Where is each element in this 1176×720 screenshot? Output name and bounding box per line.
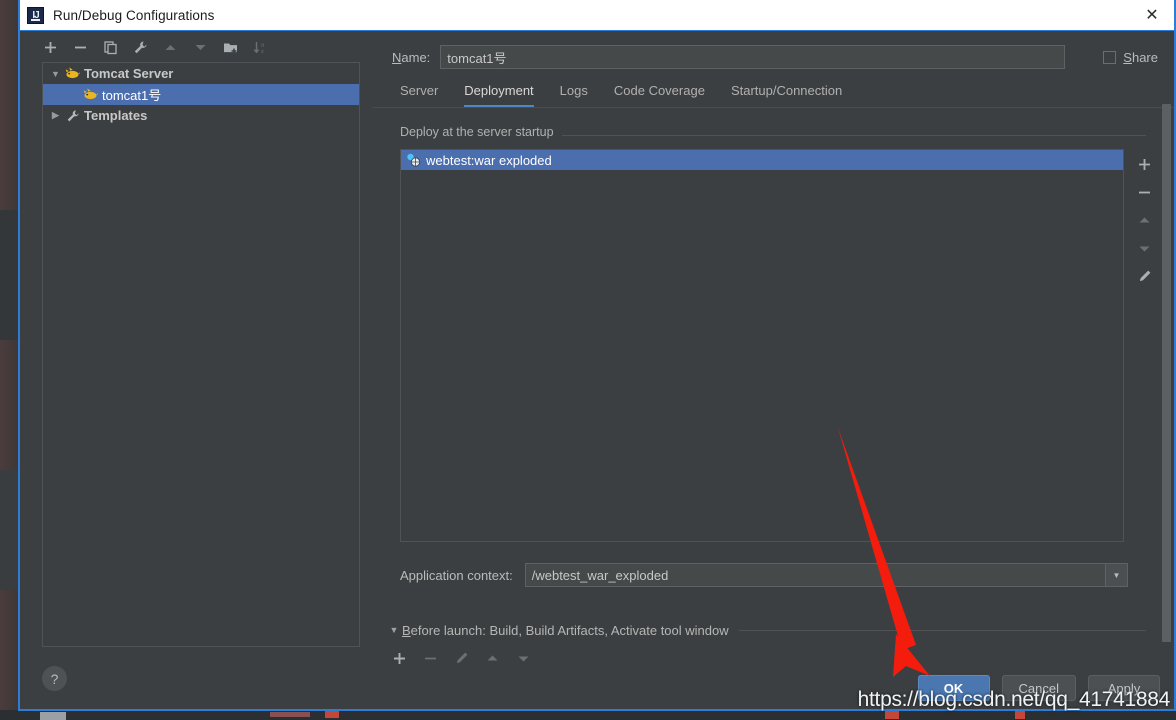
- tab-code-coverage[interactable]: Code Coverage: [614, 83, 705, 107]
- new-folder-button[interactable]: [222, 39, 239, 56]
- configurations-tree[interactable]: ▼ Tomcat Server tomcat1号 ▶ Templates: [42, 62, 360, 647]
- name-input[interactable]: [440, 45, 1066, 69]
- dialog-scrollbar-thumb[interactable]: [1162, 104, 1171, 642]
- share-checkbox[interactable]: [1103, 50, 1117, 64]
- chevron-right-icon[interactable]: ▶: [47, 107, 64, 124]
- configurations-toolbar: a z: [20, 32, 372, 62]
- application-context-combobox[interactable]: /webtest_war_exploded ▼: [524, 563, 1128, 587]
- chevron-down-icon[interactable]: ▼: [1105, 564, 1127, 586]
- copy-configuration-button[interactable]: [102, 39, 119, 56]
- close-icon[interactable]: ✕: [1130, 0, 1174, 30]
- background-taskbar-chip: [270, 712, 310, 717]
- intellij-idea-icon: IJ: [27, 6, 44, 24]
- editor-tabs: Server Deployment Logs Code Coverage Sta…: [372, 79, 1174, 108]
- tab-server[interactable]: Server: [400, 83, 438, 107]
- tree-node-tomcat1[interactable]: tomcat1号: [43, 84, 359, 105]
- watermark-text: https://blog.csdn.net/qq_41741884: [857, 688, 1171, 711]
- dialog-scrollbar-track[interactable]: [1161, 66, 1172, 663]
- list-item-label: webtest:war exploded: [426, 152, 552, 168]
- add-configuration-button[interactable]: [42, 39, 59, 56]
- dialog-title: Run/Debug Configurations: [53, 7, 215, 23]
- tree-node-tomcat-server[interactable]: ▼ Tomcat Server: [43, 63, 359, 84]
- deployment-tab-content: Deploy at the server startup webtest:war…: [372, 125, 1174, 709]
- edit-templates-wrench-icon[interactable]: [132, 39, 149, 56]
- tab-startup-connection[interactable]: Startup/Connection: [731, 83, 842, 107]
- deployment-artifacts-list[interactable]: webtest:war exploded: [400, 149, 1124, 542]
- background-taskbar-chip: [40, 712, 66, 720]
- move-down-button[interactable]: [192, 39, 209, 56]
- before-launch-toolbar: [386, 645, 1146, 671]
- deploy-at-startup-label: Deploy at the server startup: [400, 125, 562, 139]
- remove-artifact-button[interactable]: [1135, 183, 1154, 202]
- dialog-body: a z ▼ Tomcat Server tomcat1号 ▶ Templates…: [20, 32, 1174, 709]
- tree-twisty-placeholder: [65, 86, 82, 103]
- move-artifact-down-button[interactable]: [1135, 239, 1154, 258]
- tree-node-label: Templates: [84, 108, 148, 123]
- background-taskbar-chip: [885, 711, 899, 719]
- name-row: Name: Share: [372, 42, 1174, 72]
- tab-logs[interactable]: Logs: [560, 83, 588, 107]
- sort-az-icon[interactable]: a z: [252, 39, 269, 56]
- edit-before-launch-task-pencil-icon[interactable]: [453, 650, 470, 667]
- add-artifact-button[interactable]: [1135, 155, 1154, 174]
- move-up-button[interactable]: [162, 39, 179, 56]
- deployment-side-toolbar: [1130, 149, 1158, 286]
- before-launch-header: ▼ Before launch: Build, Build Artifacts,…: [386, 621, 1146, 639]
- tomcat-icon: [64, 66, 81, 82]
- group-divider: [738, 629, 1146, 631]
- share-label: Share: [1123, 49, 1158, 65]
- configurations-panel: a z ▼ Tomcat Server tomcat1号 ▶ Templates…: [20, 32, 372, 709]
- before-launch-section: ▼ Before launch: Build, Build Artifacts,…: [386, 621, 1146, 671]
- tree-node-label: tomcat1号: [102, 88, 162, 103]
- chevron-down-icon[interactable]: ▼: [386, 625, 402, 635]
- remove-configuration-button[interactable]: [72, 39, 89, 56]
- tomcat-icon: [82, 87, 99, 103]
- tree-node-templates[interactable]: ▶ Templates: [43, 105, 359, 126]
- run-debug-configurations-dialog: IJ Run/Debug Configurations ✕ a z ▼ Tomc…: [18, 0, 1176, 711]
- before-launch-label: Before launch: Build, Build Artifacts, A…: [402, 622, 729, 638]
- background-chip: [0, 470, 18, 590]
- share-checkbox-row[interactable]: Share: [1103, 50, 1158, 65]
- add-before-launch-task-button[interactable]: [391, 650, 408, 667]
- application-context-value[interactable]: /webtest_war_exploded: [526, 568, 1105, 583]
- help-button[interactable]: ?: [42, 666, 67, 691]
- artifact-icon: [404, 152, 422, 168]
- before-launch-move-down-button[interactable]: [515, 650, 532, 667]
- background-chip: [0, 210, 18, 340]
- tab-deployment[interactable]: Deployment: [464, 83, 534, 107]
- list-item[interactable]: webtest:war exploded: [401, 150, 1123, 170]
- wrench-icon: [64, 108, 81, 124]
- svg-text:z: z: [261, 49, 264, 55]
- svg-text:a: a: [261, 42, 265, 48]
- chevron-down-icon[interactable]: ▼: [47, 65, 64, 82]
- dialog-titlebar: IJ Run/Debug Configurations ✕: [20, 0, 1174, 31]
- remove-before-launch-task-button[interactable]: [422, 650, 439, 667]
- edit-artifact-pencil-icon[interactable]: [1135, 267, 1154, 286]
- background-taskbar-chip: [1015, 711, 1025, 719]
- move-artifact-up-button[interactable]: [1135, 211, 1154, 230]
- application-context-row: Application context: /webtest_war_explod…: [400, 562, 1128, 588]
- name-label: Name:: [392, 49, 431, 65]
- application-context-label: Application context:: [400, 567, 513, 583]
- background-taskbar-chip: [325, 711, 339, 718]
- before-launch-move-up-button[interactable]: [484, 650, 501, 667]
- tree-node-label: Tomcat Server: [84, 66, 174, 81]
- configuration-editor-panel: Name: Share Server Deployment Logs Code …: [372, 32, 1174, 709]
